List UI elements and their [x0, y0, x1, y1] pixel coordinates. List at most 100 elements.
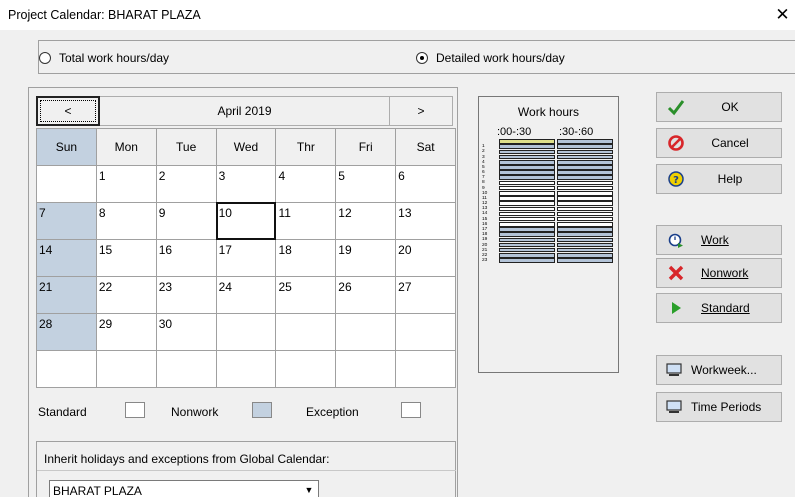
- close-icon[interactable]: ✕: [770, 2, 795, 28]
- hour-slot-first-half[interactable]: [499, 170, 555, 175]
- hour-slot-first-half[interactable]: [499, 206, 555, 212]
- day-cell[interactable]: 6: [396, 166, 457, 203]
- hour-slot-first-half[interactable]: [499, 154, 555, 160]
- hour-slot-first-half[interactable]: [499, 227, 555, 232]
- day-cell[interactable]: 13: [396, 203, 457, 240]
- day-cell[interactable]: [37, 166, 97, 203]
- day-cell[interactable]: 18: [276, 240, 337, 277]
- cancel-button[interactable]: Cancel: [656, 128, 782, 158]
- day-cell[interactable]: 25: [276, 277, 337, 314]
- day-cell[interactable]: 17: [216, 240, 277, 277]
- day-cell[interactable]: [276, 351, 337, 388]
- day-cell[interactable]: 12: [336, 203, 397, 240]
- day-cell[interactable]: [336, 314, 397, 351]
- hour-slot-first-half[interactable]: [499, 253, 555, 258]
- hour-slot-second-half[interactable]: [557, 258, 613, 263]
- hour-slot-first-half[interactable]: [499, 232, 555, 237]
- hour-slot-first-half[interactable]: [499, 165, 555, 170]
- hour-slot-first-half[interactable]: [499, 175, 555, 181]
- day-cell[interactable]: 19: [336, 240, 397, 277]
- hour-slot-second-half[interactable]: [557, 211, 613, 217]
- hour-slot-second-half[interactable]: [557, 206, 613, 212]
- day-cell-selected[interactable]: 10: [215, 202, 277, 240]
- hour-slot-first-half[interactable]: [499, 201, 555, 206]
- hour-slot-second-half[interactable]: [557, 222, 613, 227]
- day-cell[interactable]: 23: [156, 277, 217, 314]
- hour-slot-second-half[interactable]: [557, 237, 613, 243]
- chevron-down-icon[interactable]: ▼: [302, 483, 316, 497]
- day-cell[interactable]: [37, 351, 97, 388]
- day-cell[interactable]: 27: [396, 277, 457, 314]
- hour-slot-second-half[interactable]: [557, 170, 613, 175]
- hour-slot-first-half[interactable]: [499, 242, 555, 248]
- day-cell[interactable]: 22: [96, 277, 157, 314]
- day-cell[interactable]: 20: [396, 240, 457, 277]
- hour-slot-second-half[interactable]: [557, 154, 613, 160]
- hour-slot-first-half[interactable]: [499, 211, 555, 217]
- day-cell[interactable]: 29: [96, 314, 157, 351]
- day-cell[interactable]: 4: [276, 166, 337, 203]
- day-cell[interactable]: 2: [156, 166, 217, 203]
- day-cell[interactable]: 15: [96, 240, 157, 277]
- day-cell[interactable]: 24: [216, 277, 277, 314]
- day-cell[interactable]: 1: [96, 166, 157, 203]
- hour-slot-first-half[interactable]: [499, 185, 555, 191]
- day-cell[interactable]: [276, 314, 337, 351]
- nonwork-button[interactable]: Nonwork: [656, 258, 782, 288]
- hour-slot-first-half[interactable]: [499, 222, 555, 227]
- hour-slot-first-half[interactable]: [499, 139, 555, 144]
- day-cell[interactable]: 28: [37, 314, 97, 351]
- hour-slot-second-half[interactable]: [557, 201, 613, 206]
- day-cell[interactable]: [216, 351, 277, 388]
- day-cell[interactable]: [96, 351, 157, 388]
- hour-slot-first-half[interactable]: [499, 216, 555, 222]
- work-button[interactable]: Work: [656, 225, 782, 255]
- radio-detailed-work-hours[interactable]: Detailed work hours/day: [416, 51, 565, 65]
- hour-slot-first-half[interactable]: [499, 180, 555, 186]
- day-cell[interactable]: 16: [156, 240, 217, 277]
- day-cell[interactable]: 9: [156, 203, 217, 240]
- day-cell[interactable]: 21: [37, 277, 97, 314]
- day-cell[interactable]: 14: [37, 240, 97, 277]
- hour-slot-second-half[interactable]: [557, 196, 613, 201]
- day-cell[interactable]: 30: [156, 314, 217, 351]
- hour-slot-first-half[interactable]: [499, 149, 555, 155]
- hour-slot-second-half[interactable]: [557, 242, 613, 248]
- hour-slot-second-half[interactable]: [557, 253, 613, 258]
- hour-slot-second-half[interactable]: [557, 149, 613, 155]
- hour-slot-first-half[interactable]: [499, 237, 555, 243]
- hour-slot-first-half[interactable]: [499, 258, 555, 263]
- hour-slot-second-half[interactable]: [557, 232, 613, 237]
- hour-slot-second-half[interactable]: [557, 185, 613, 191]
- hour-slot-second-half[interactable]: [557, 159, 613, 165]
- hour-slot-second-half[interactable]: [557, 191, 613, 196]
- hour-slot-first-half[interactable]: [499, 196, 555, 201]
- next-month-button[interactable]: >: [389, 96, 453, 126]
- workweek-button[interactable]: Workweek...: [656, 355, 782, 385]
- day-cell[interactable]: 5: [336, 166, 397, 203]
- prev-month-button[interactable]: <: [36, 96, 100, 126]
- global-calendar-select[interactable]: BHARAT PLAZA ▼: [49, 480, 319, 497]
- hour-slot-second-half[interactable]: [557, 216, 613, 222]
- hour-slot-first-half[interactable]: [499, 191, 555, 196]
- hour-slot-second-half[interactable]: [557, 227, 613, 232]
- day-cell[interactable]: [156, 351, 217, 388]
- day-cell[interactable]: 3: [216, 166, 277, 203]
- day-cell[interactable]: 8: [96, 203, 157, 240]
- day-cell[interactable]: [396, 314, 457, 351]
- hour-slot-first-half[interactable]: [499, 247, 555, 253]
- radio-total-work-hours[interactable]: Total work hours/day: [39, 51, 169, 65]
- hour-slot-second-half[interactable]: [557, 165, 613, 170]
- hour-slot-first-half[interactable]: [499, 144, 555, 150]
- day-cell[interactable]: 7: [37, 203, 97, 240]
- help-button[interactable]: ? Help: [656, 164, 782, 194]
- time-periods-button[interactable]: Time Periods: [656, 392, 782, 422]
- hour-slot-second-half[interactable]: [557, 144, 613, 150]
- ok-button[interactable]: OK: [656, 92, 782, 122]
- day-cell[interactable]: [396, 351, 457, 388]
- hour-slot-second-half[interactable]: [557, 180, 613, 186]
- day-cell[interactable]: [336, 351, 397, 388]
- day-cell[interactable]: 11: [276, 203, 337, 240]
- day-cell[interactable]: 26: [336, 277, 397, 314]
- standard-button[interactable]: Standard: [656, 293, 782, 323]
